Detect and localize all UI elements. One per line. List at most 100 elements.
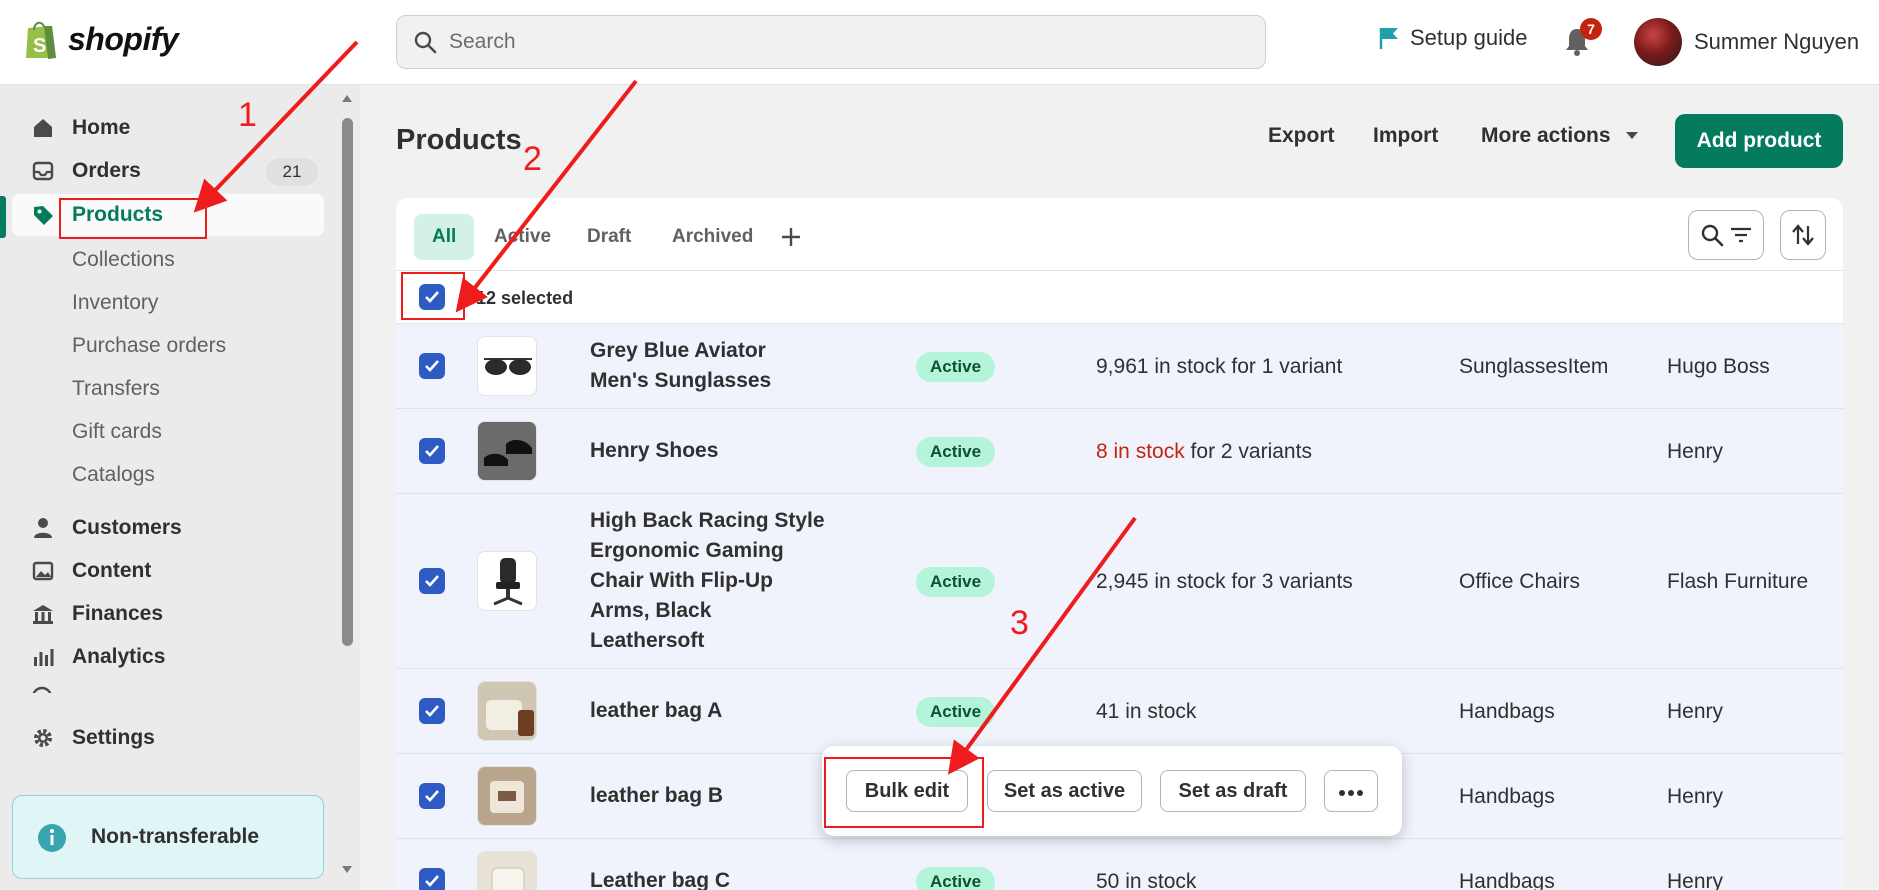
tab-draft[interactable]: Draft	[569, 214, 649, 260]
filter-lines-icon	[1731, 227, 1751, 243]
sidebar-item-label: Content	[72, 559, 152, 582]
table-row[interactable]: Henry Shoes Active 8 in stock for 2 vari…	[396, 409, 1843, 494]
top-bar: S shopify Setup guide 7 Summer Nguyen	[0, 0, 1879, 85]
non-transferable-notice[interactable]: Non-transferable	[12, 795, 324, 879]
add-view-plus-icon[interactable]	[780, 226, 802, 248]
sidebar-item-label: Home	[72, 116, 131, 139]
product-thumbnail	[477, 766, 537, 826]
sidebar-item-purchase-orders[interactable]: Purchase orders	[72, 334, 226, 358]
product-type: Handbags	[1459, 700, 1555, 723]
checkmark-icon	[425, 790, 439, 802]
search-bar[interactable]	[396, 15, 1266, 69]
inventory-text: 8 in stock for 2 variants	[1096, 440, 1312, 464]
inventory-text: 9,961 in stock for 1 variant	[1096, 355, 1343, 378]
sort-button[interactable]	[1780, 210, 1826, 260]
sidebar-item-gift-cards[interactable]: Gift cards	[72, 420, 162, 444]
sidebar-item-home[interactable]: Home	[12, 107, 324, 149]
sidebar-item-finances[interactable]: Finances	[12, 593, 324, 635]
more-actions-label: More actions	[1481, 124, 1611, 147]
sidebar-item-inventory[interactable]: Inventory	[72, 291, 158, 315]
checkmark-icon	[425, 291, 439, 303]
select-all-checkbox[interactable]	[419, 284, 445, 310]
status-badge: Active	[916, 567, 996, 597]
product-name[interactable]: Henry Shoes	[590, 436, 718, 466]
product-name-line: Grey Blue Aviator	[590, 339, 766, 362]
home-icon	[34, 119, 52, 137]
sidebar-item-customers[interactable]: Customers	[12, 507, 324, 549]
sidebar-item-collections[interactable]: Collections	[72, 248, 175, 272]
more-bulk-actions-button[interactable]	[1324, 770, 1378, 812]
inventory-text: 2,945 in stock for 3 variants	[1096, 570, 1353, 593]
checkmark-icon	[425, 445, 439, 457]
product-thumbnail	[477, 681, 537, 741]
set-as-active-button[interactable]: Set as active	[987, 770, 1142, 812]
shopify-bag-icon: S	[26, 21, 56, 59]
inventory-variants-text: for 2 variants	[1184, 440, 1312, 463]
sidebar-item-catalogs[interactable]: Catalogs	[72, 463, 155, 487]
product-name[interactable]: leather bag A	[590, 696, 722, 726]
caret-down-icon	[1625, 132, 1638, 139]
sidebar-item-settings[interactable]: Settings	[12, 717, 324, 759]
sidebar-item-transfers[interactable]: Transfers	[72, 377, 160, 401]
sidebar-item-analytics[interactable]: Analytics	[12, 636, 324, 678]
product-name[interactable]: High Back Racing Style Ergonomic Gaming …	[590, 506, 825, 656]
table-row[interactable]: Leather bag C Active 50 in stock Handbag…	[396, 839, 1843, 890]
row-checkbox[interactable]	[419, 568, 445, 594]
sidebar-item-products[interactable]: Products	[12, 194, 324, 236]
sidebar-item-label: Finances	[72, 602, 164, 625]
table-row[interactable]: Grey Blue Aviator Men's Sunglasses Activ…	[396, 324, 1843, 409]
user-menu[interactable]: Summer Nguyen	[1634, 18, 1859, 66]
bulk-edit-button[interactable]: Bulk edit	[846, 770, 968, 812]
leather-bag-image	[478, 682, 536, 740]
set-as-draft-button[interactable]: Set as draft	[1160, 770, 1306, 812]
row-checkbox[interactable]	[419, 698, 445, 724]
product-name[interactable]: Grey Blue Aviator Men's Sunglasses	[590, 336, 771, 396]
more-actions-button[interactable]: More actions	[1481, 124, 1639, 148]
search-filter-button[interactable]	[1688, 210, 1764, 260]
leather-bag-image	[478, 852, 536, 890]
shopify-logo[interactable]: S shopify	[22, 18, 179, 60]
product-vendor: Flash Furniture	[1667, 570, 1809, 593]
tab-all[interactable]: All	[414, 214, 475, 260]
info-icon	[38, 824, 66, 852]
product-vendor: Henry	[1667, 440, 1724, 463]
import-button[interactable]: Import	[1373, 124, 1438, 148]
shoes-image	[478, 422, 536, 480]
row-checkbox[interactable]	[419, 438, 445, 464]
sidebar-scroll-thumb[interactable]	[342, 118, 353, 646]
product-name[interactable]: Leather bag C	[590, 866, 730, 890]
svg-text:S: S	[33, 35, 46, 57]
setup-guide-button[interactable]: Setup guide	[1378, 25, 1527, 51]
row-checkbox[interactable]	[419, 353, 445, 379]
person-icon	[34, 518, 52, 538]
product-name-line: Leather bag C	[590, 869, 731, 890]
tab-active[interactable]: Active	[476, 214, 569, 260]
sidebar-item-content[interactable]: Content	[12, 550, 324, 592]
scroll-up-arrow-icon	[342, 95, 352, 102]
add-product-button[interactable]: Add product	[1675, 114, 1843, 168]
sidebar-item-orders[interactable]: Orders 21	[12, 150, 324, 192]
product-name-line: leather bag B	[590, 784, 724, 807]
row-checkbox[interactable]	[419, 868, 445, 890]
product-thumbnail	[477, 336, 537, 396]
notifications-button[interactable]: 7	[1564, 18, 1602, 61]
leather-bag-image	[478, 767, 536, 825]
product-vendor: Henry	[1667, 700, 1724, 723]
product-name[interactable]: leather bag B	[590, 781, 723, 811]
product-thumbnail	[477, 421, 537, 481]
non-transferable-label: Non-transferable	[91, 825, 260, 848]
product-name-line: Ergonomic Gaming	[590, 539, 784, 562]
tab-archived[interactable]: Archived	[654, 214, 771, 260]
active-indicator	[0, 196, 6, 238]
search-input[interactable]	[449, 30, 1229, 54]
table-row[interactable]: leather bag A Active 41 in stock Handbag…	[396, 669, 1843, 754]
table-row[interactable]: High Back Racing Style Ergonomic Gaming …	[396, 494, 1843, 669]
annotation-number-2: 2	[523, 140, 542, 178]
sidebar-item-label: Analytics	[72, 645, 166, 668]
export-button[interactable]: Export	[1268, 124, 1335, 148]
product-vendor: Hugo Boss	[1667, 355, 1770, 378]
bank-icon	[33, 605, 53, 624]
row-checkbox[interactable]	[419, 783, 445, 809]
sidebar: Home Orders 21 Products Collections Inve…	[0, 85, 360, 890]
sidebar-item-label: Products	[72, 203, 164, 226]
